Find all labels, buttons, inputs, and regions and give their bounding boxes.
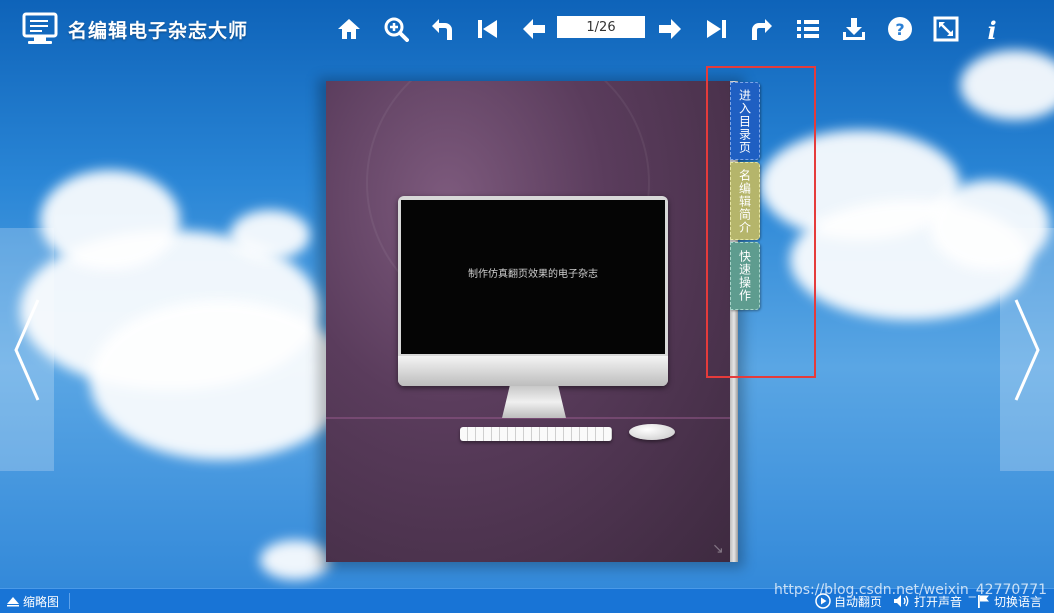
help-icon: ?	[888, 17, 912, 41]
prev-page-icon	[523, 19, 545, 39]
info-icon: i	[987, 16, 996, 42]
download-button[interactable]	[839, 14, 869, 44]
thumbnails-label: 缩略图	[23, 594, 60, 609]
list-icon	[797, 20, 819, 38]
chevron-left-icon	[14, 298, 40, 401]
home-icon	[338, 19, 360, 39]
cloud	[960, 50, 1054, 120]
fullscreen-icon	[933, 16, 959, 42]
highlight-annotation-box	[706, 66, 816, 378]
cloud	[90, 300, 350, 460]
help-button[interactable]: ?	[885, 14, 915, 44]
last-page-button[interactable]	[701, 14, 731, 44]
cloud	[40, 170, 180, 270]
svg-text:?: ?	[895, 20, 904, 39]
first-page-icon	[478, 20, 497, 38]
app-logo: 名编辑电子杂志大师	[22, 12, 248, 46]
undo-icon	[432, 19, 452, 40]
info-button[interactable]: i	[977, 14, 1007, 44]
caret-up-icon	[7, 597, 19, 607]
table-of-contents-button[interactable]	[793, 14, 823, 44]
zoom-in-button[interactable]	[381, 14, 411, 44]
monitor-logo-icon	[22, 12, 58, 44]
divider	[69, 593, 70, 609]
redo-icon	[752, 19, 772, 40]
page-number-input[interactable]	[557, 16, 645, 38]
top-toolbar: 名编辑电子杂志大师 ? i	[0, 0, 1054, 58]
first-page-button[interactable]	[473, 14, 503, 44]
app-title: 名编辑电子杂志大师	[68, 19, 249, 42]
prev-page-side-button[interactable]	[0, 228, 54, 471]
redo-button[interactable]	[747, 14, 777, 44]
zoom-in-icon	[384, 17, 409, 42]
fullscreen-button[interactable]	[931, 14, 961, 44]
url-watermark: https://blog.csdn.net/weixin_42770771	[774, 582, 1048, 598]
page-corner-icon[interactable]: ↘	[712, 541, 724, 557]
undo-button[interactable]	[427, 14, 457, 44]
home-button[interactable]	[334, 14, 364, 44]
cloud	[230, 210, 310, 260]
prev-page-button[interactable]	[519, 14, 549, 44]
last-page-icon	[707, 20, 726, 38]
keyboard-image	[460, 427, 612, 441]
svg-text:i: i	[987, 16, 996, 42]
chevron-right-icon	[1014, 298, 1040, 401]
mouse-image	[629, 424, 675, 440]
next-page-icon	[659, 19, 681, 39]
thumbnails-button[interactable]: 缩略图	[6, 589, 59, 613]
screen-caption: 制作仿真翻页效果的电子杂志	[468, 269, 598, 280]
download-icon	[843, 18, 865, 40]
next-page-side-button[interactable]	[1000, 228, 1054, 471]
monitor-stand	[502, 386, 566, 418]
magazine-page[interactable]: 制作仿真翻页效果的电子杂志 ↘	[326, 81, 730, 562]
next-page-button[interactable]	[655, 14, 685, 44]
monitor-chin	[398, 356, 668, 386]
